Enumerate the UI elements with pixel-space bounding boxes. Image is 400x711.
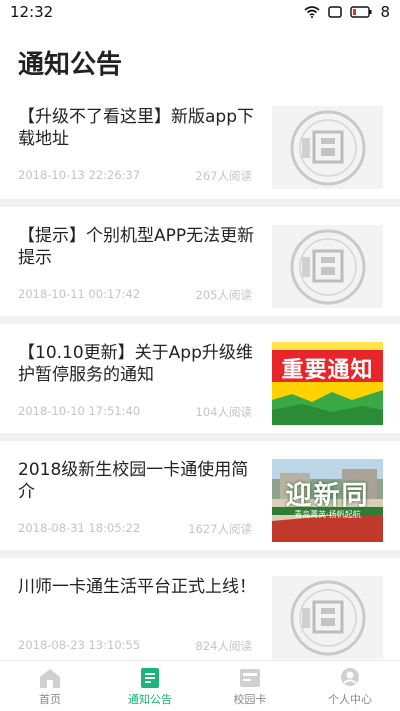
news-title: 【提示】个别机型APP无法更新提示 [18, 226, 255, 268]
tab-label: 首页 [39, 693, 61, 706]
welcome-banner-subtext: 青岛菁英·扬帆起航 [294, 510, 361, 519]
news-item[interactable]: 【提示】个别机型APP无法更新提示 2018-10-11 00:17:42 20… [0, 207, 400, 324]
news-date: 2018-10-13 22:26:37 [18, 168, 141, 182]
school-seal-thumbnail [272, 576, 383, 659]
news-date: 2018-08-31 18:05:22 [18, 521, 141, 535]
home-icon [40, 669, 60, 688]
news-meta: 2018-10-13 22:26:37 267人阅读 [18, 168, 252, 184]
school-seal-image [290, 580, 365, 655]
welcome-freshmen-thumbnail: 迎新同 青岛菁英·扬帆起航 [272, 459, 383, 542]
tab-label: 个人中心 [328, 693, 372, 706]
news-meta: 2018-08-23 13:10:55 824人阅读 [18, 638, 252, 654]
news-title: 【升级不了看这里】新版app下载地址 [18, 107, 254, 149]
news-item[interactable]: 川师一卡通生活平台正式上线！ 2018-08-23 13:10:55 824人阅… [0, 558, 400, 675]
tab-label: 通知公告 [128, 693, 172, 706]
news-date: 2018-08-23 13:10:55 [18, 638, 141, 652]
user-icon [341, 668, 359, 686]
news-meta: 2018-08-31 18:05:22 1627人阅读 [18, 521, 252, 537]
tab-campus-card[interactable]: 校园卡 [200, 661, 300, 711]
news-reads: 205人阅读 [195, 288, 252, 302]
status-bar: 12:32 8 [0, 0, 400, 24]
welcome-banner-text: 迎新同 [285, 481, 370, 511]
tab-notices[interactable]: 通知公告 [100, 661, 200, 711]
important-notice-thumbnail: 重要通知 [272, 342, 383, 425]
news-meta: 2018-10-10 17:51:40 104人阅读 [18, 404, 252, 420]
news-date: 2018-10-10 17:51:40 [18, 404, 141, 418]
news-list: 【升级不了看这里】新版app下载地址 2018-10-13 22:26:37 2… [0, 88, 400, 675]
tab-home[interactable]: 首页 [0, 661, 100, 711]
school-seal-thumbnail [272, 225, 383, 308]
status-icons: 8 [304, 3, 390, 21]
battery-level: 8 [380, 3, 390, 21]
news-title: 【10.10更新】关于App升级维护暂停服务的通知 [18, 343, 253, 385]
news-item[interactable]: 【升级不了看这里】新版app下载地址 2018-10-13 22:26:37 2… [0, 88, 400, 207]
battery-icon [350, 6, 372, 18]
news-reads: 104人阅读 [195, 405, 252, 419]
notice-icon [141, 668, 159, 688]
bottom-tab-bar: 首页 通知公告 校园卡 个人中心 [0, 660, 400, 711]
news-title: 川师一卡通生活平台正式上线！ [18, 577, 256, 597]
card-icon [240, 669, 260, 687]
wifi-icon [304, 6, 320, 18]
school-seal-image [290, 110, 365, 185]
news-meta: 2018-10-11 00:17:42 205人阅读 [18, 287, 252, 303]
news-item[interactable]: 【10.10更新】关于App升级维护暂停服务的通知 2018-10-10 17:… [0, 324, 400, 441]
news-title: 2018级新生校园一卡通使用简介 [18, 460, 249, 502]
news-item[interactable]: 2018级新生校园一卡通使用简介 2018-08-31 18:05:22 162… [0, 441, 400, 558]
page-title: 通知公告 [18, 50, 123, 80]
news-reads: 1627人阅读 [188, 522, 252, 536]
news-date: 2018-10-11 00:17:42 [18, 287, 141, 301]
school-seal-image [290, 229, 365, 304]
school-seal-thumbnail [272, 106, 383, 189]
notice-banner-text: 重要通知 [281, 358, 374, 383]
screen-icon [328, 6, 343, 18]
status-time: 12:32 [10, 3, 54, 21]
tab-profile[interactable]: 个人中心 [300, 661, 400, 711]
news-reads: 267人阅读 [195, 169, 252, 183]
tab-label: 校园卡 [233, 693, 267, 706]
news-reads: 824人阅读 [195, 639, 252, 653]
